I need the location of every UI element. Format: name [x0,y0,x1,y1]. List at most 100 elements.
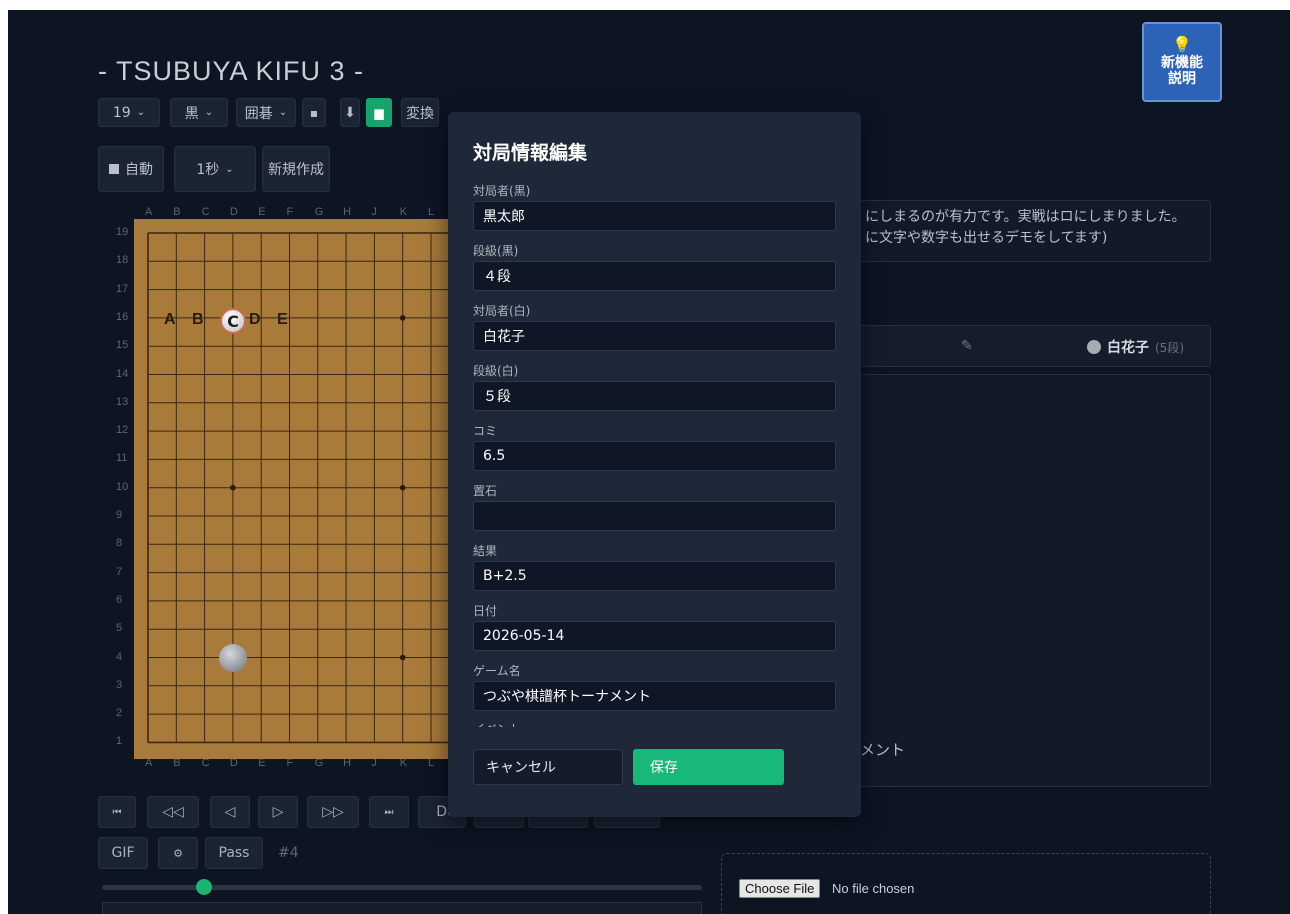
pass-button[interactable]: Pass [205,837,263,869]
board-mark-a: A [164,311,176,328]
go-board[interactable] [134,219,464,759]
back10-button[interactable]: ◁◁ [147,796,199,828]
forward10-icon: ▷▷ [322,804,344,820]
new-game-label: 新規作成 [268,162,324,178]
convert-button[interactable]: 変換 [401,98,439,127]
result-label: 結果 [473,544,498,558]
pencil-icon[interactable]: ✎ [961,338,973,354]
game-value: 囲碁 [244,105,273,122]
convert-label: 変換 [406,105,434,122]
last-icon: ⏭ [384,806,394,818]
stone-label: C [227,311,239,331]
row-label: 3 [116,678,123,691]
first-move-button[interactable]: ⏮ [98,796,136,828]
board-grid [147,232,464,744]
handicap-input[interactable] [473,501,836,531]
date-label: 日付 [473,604,498,618]
back-button[interactable]: ◁ [210,796,250,828]
chevron-down-icon: ⌄ [225,163,234,175]
game-name-label: ゲーム名 [473,664,521,678]
move-dots [102,902,702,914]
go-board-area: ABCDEFGHJKL ABCDEFGHJKL 19 18 17 16 15 14 13 12… [98,200,464,790]
gif-button[interactable]: GIF [98,837,148,869]
column-label: G [314,206,324,218]
save-button[interactable]: 保存 [633,749,784,785]
auto-label: 自動 [125,162,153,178]
clipboard-button[interactable]: ▪ [302,98,326,127]
last-move-button[interactable]: ⏭ [369,796,409,828]
back10-icon: ◁◁ [162,804,184,820]
result-input[interactable]: B+2.5 [473,561,836,591]
black-rank-input[interactable]: ４段 [473,261,836,291]
move-slider-thumb[interactable] [196,879,212,895]
date-input[interactable]: 2026-05-14 [473,621,836,651]
row-label: 13 [116,395,129,408]
column-label: B [173,206,181,218]
star-point [399,315,406,321]
white-rank-input[interactable]: ５段 [473,381,836,411]
black-rank-label: 段級(黒) [473,244,519,258]
row-label: 6 [116,593,123,606]
row-label: 10 [116,480,129,493]
row-label: 2 [116,707,123,720]
white-player-label: 対局者(白) [473,304,531,318]
settings-button[interactable]: ⚙ [158,837,198,869]
auto-toggle[interactable]: 自動 [98,146,164,192]
interval-select[interactable]: 1秒 ⌄ [174,146,256,192]
column-label: A [145,206,153,218]
board-size-select[interactable]: 19 ⌄ [98,98,160,127]
column-label: H [343,206,352,218]
black-player-input[interactable]: 黒太郎 [473,201,836,231]
star-point [230,484,236,491]
white-rank-label: 段級(白) [473,364,519,378]
color-select[interactable]: 黒 ⌄ [170,98,228,127]
image-button[interactable]: ▆ [366,98,392,127]
new-game-button[interactable]: 新規作成 [262,146,330,192]
column-label: K [399,206,408,218]
board-mark-d: D [249,311,261,328]
star-point [399,654,406,661]
app-title: - TSUBUYA KIFU 3 - [98,56,365,86]
komi-label: コミ [473,424,498,438]
no-file-label: No file chosen [832,881,915,896]
row-label: 9 [116,509,123,521]
comment-textarea[interactable]: にしまるのが有力です。実戦はロにしまりました。 に文字や数字も出せるデモをしてま… [856,200,1211,262]
color-value: 黒 [184,105,199,122]
board-mark-e: E [277,311,288,328]
komi-input[interactable]: 6.5 [473,441,836,471]
black-player-label: 対局者(黒) [473,184,531,198]
game-select[interactable]: 囲碁 ⌄ [236,98,296,127]
forward-button[interactable]: ▷ [258,796,298,828]
download-button[interactable]: ⬇ [340,98,360,127]
first-icon: ⏮ [112,806,122,818]
game-name-input[interactable]: つぶや棋譜杯トーナメント [473,681,836,711]
forward10-button[interactable]: ▷▷ [307,796,359,828]
move-slider[interactable] [102,885,702,890]
row-label: 8 [116,537,123,550]
app-window: - TSUBUYA KIFU 3 - 💡 新機能 説明 19 ⌄ 黒 ⌄ 囲碁 … [8,10,1290,914]
interval-value: 1秒 [196,162,220,178]
board-size-value: 19 [112,104,131,121]
cancel-button[interactable]: キャンセル [473,749,623,785]
game-info-modal: 対局情報編集 対局者(黒) 黒太郎 段級(黒) ４段 対局者(白) 白花子 段級… [448,112,861,817]
chevron-down-icon: ⌄ [136,107,146,118]
comment-line-1: にしまるのが有力です。実戦はロにしまりました。 [865,209,1186,225]
forward-icon: ▷ [272,804,284,820]
new-feature-button[interactable]: 💡 新機能 説明 [1142,22,1222,102]
row-label: 7 [116,565,123,578]
row-label: 4 [116,650,123,663]
image-icon: ▆ [374,105,384,120]
choose-file-button[interactable]: Choose File [739,879,821,898]
gif-label: GIF [111,845,135,861]
marked-stone[interactable]: C [220,308,246,334]
players-bar: ✎ 白花子 (5段) [856,325,1211,367]
row-label: 15 [116,339,129,352]
row-label: 14 [116,367,129,380]
checkbox-icon[interactable] [109,164,119,174]
white-player-input[interactable]: 白花子 [473,321,836,351]
white-stone[interactable] [219,644,247,672]
white-player-rank: (5段) [1155,340,1184,355]
row-label: 5 [116,622,123,635]
row-label: 1 [116,735,123,748]
column-label: E [258,206,266,218]
